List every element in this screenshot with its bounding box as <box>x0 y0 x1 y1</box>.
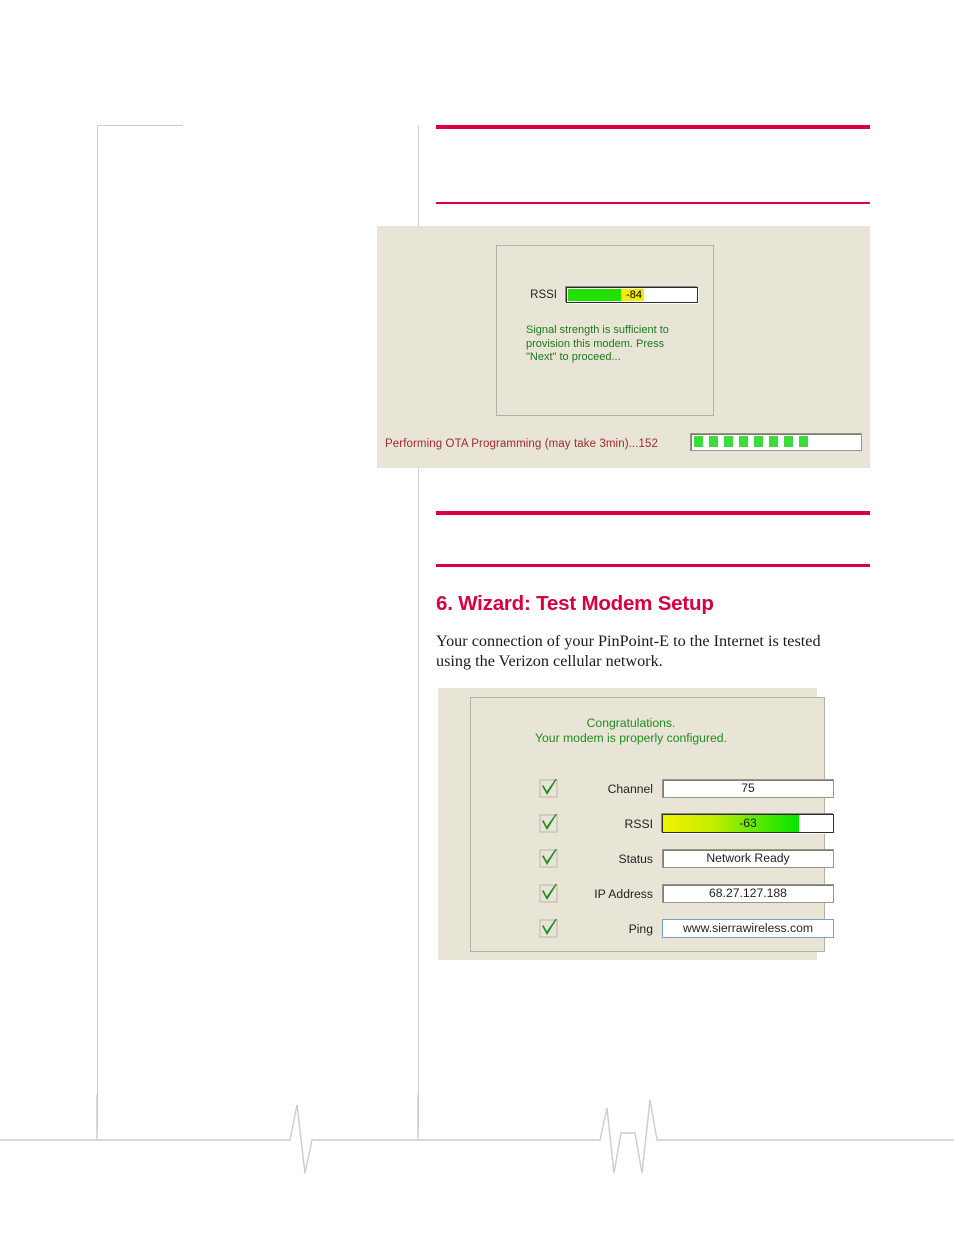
progress-block <box>694 436 703 447</box>
rssi-label: RSSI <box>530 289 557 301</box>
rule-top <box>436 125 870 129</box>
test-row-ip-address: IP Address 68.27.127.188 <box>471 876 834 911</box>
checkmark-icon <box>539 779 559 798</box>
test-row-value: Network Ready <box>662 849 834 868</box>
test-row-value: 75 <box>662 779 834 798</box>
page-frame-corner <box>97 125 183 1130</box>
test-row-label: IP Address <box>594 886 653 901</box>
checkmark-icon <box>539 814 559 833</box>
rule-second <box>436 202 870 204</box>
congratulations-line-1: Congratulations. <box>586 716 676 730</box>
test-row-value: -63 <box>739 816 757 830</box>
ota-wizard-panel: RSSI -84 Signal strength is sufficient t… <box>496 245 714 416</box>
rule-third <box>436 511 870 515</box>
test-row-label: Channel <box>607 781 653 796</box>
progress-block <box>754 436 763 447</box>
progress-block <box>799 436 808 447</box>
congratulations-line-2: Your modem is properly configured. <box>535 731 727 745</box>
test-results-list: Channel 75 RSSI -63 Status Network Ready… <box>471 771 834 946</box>
rssi-meter-value: -84 <box>626 289 642 301</box>
test-row-channel: Channel 75 <box>471 771 834 806</box>
progress-block <box>769 436 778 447</box>
rssi-row: RSSI -84 <box>515 287 698 303</box>
test-row-value: www.sierrawireless.com <box>662 919 834 938</box>
test-row-value: 68.27.127.188 <box>662 884 834 903</box>
progress-block <box>724 436 733 447</box>
checkmark-icon <box>539 849 559 868</box>
test-row-label: Status <box>618 851 653 866</box>
page-title: 6. Wizard: Test Modem Setup <box>436 592 714 615</box>
rssi-gradient-fill <box>663 815 799 832</box>
test-row-rssi-meter: -63 <box>662 814 834 833</box>
test-row-label: Ping <box>628 921 653 936</box>
progress-block <box>709 436 718 447</box>
ota-progress-bar <box>690 433 862 451</box>
progress-block <box>739 436 748 447</box>
checkmark-icon <box>539 884 559 903</box>
congratulations-message: Congratulations. Your modem is properly … <box>471 716 791 746</box>
test-modem-setup-screenshot: Congratulations. Your modem is properly … <box>438 688 834 960</box>
checkmark-icon <box>539 919 559 938</box>
rssi-meter: -84 <box>566 287 698 303</box>
test-row-ping: Ping www.sierrawireless.com <box>471 911 834 946</box>
ota-programming-screenshot: RSSI -84 Signal strength is sufficient t… <box>377 226 870 468</box>
section-body-text: Your connection of your PinPoint-E to th… <box>436 632 821 670</box>
test-row-rssi: RSSI -63 <box>471 806 834 841</box>
test-row-status: Status Network Ready <box>471 841 834 876</box>
test-row-label: RSSI <box>624 816 653 831</box>
test-results-panel: Congratulations. Your modem is properly … <box>470 697 834 952</box>
progress-block <box>784 436 793 447</box>
ota-status-text: Performing OTA Programming (may take 3mi… <box>385 438 659 450</box>
rule-fourth <box>436 564 870 567</box>
signal-strength-message: Signal strength is sufficient to provisi… <box>526 324 669 363</box>
